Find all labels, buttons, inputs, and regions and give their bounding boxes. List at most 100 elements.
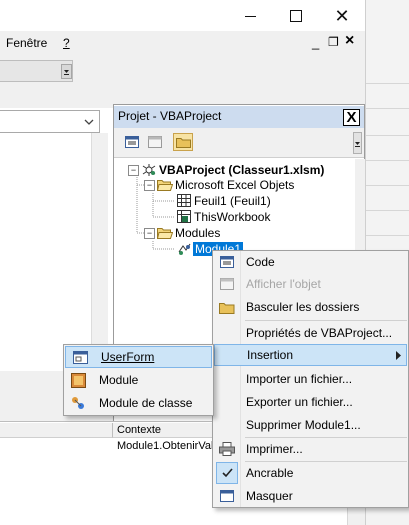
chevron-down-icon (84, 119, 94, 125)
view-object-button[interactable] (145, 133, 165, 151)
menu-item-blank-icon (216, 391, 238, 413)
submenu-item-class-module-label: Module de classe (99, 396, 193, 410)
menu-item-toggle-folders-label: Basculer les dossiers (246, 300, 360, 314)
check-icon (216, 462, 238, 484)
submenu-item-class-module[interactable]: Module de classe (64, 392, 211, 414)
view-code-icon (216, 251, 238, 273)
workbook-icon (177, 210, 191, 223)
watch-header-expression (0, 423, 113, 438)
menu-item-toggle-folders[interactable]: Basculer les dossiers (213, 296, 407, 318)
menu-item-dockable-label: Ancrable (246, 466, 294, 480)
window-icon (216, 485, 238, 507)
project-explorer-title: Projet - VBAProject (118, 109, 222, 123)
view-object-icon (216, 273, 238, 295)
tree-item-feuil1[interactable]: Feuil1 (Feuil1) (177, 193, 273, 209)
context-value: Module1.ObtenirVale (117, 440, 220, 452)
menu-item-code-label: Code (246, 255, 275, 269)
chevron-down-icon (64, 70, 69, 75)
title-bar: ✕ (0, 0, 365, 31)
submenu-item-userform-label: UserForm (101, 350, 155, 364)
module-icon (67, 369, 89, 391)
menu-window-label: Fenêtre (6, 36, 48, 50)
menu-item-hide[interactable]: Masquer (213, 485, 407, 507)
mdi-minimize-icon: _ (312, 35, 320, 50)
mdi-minimize-button[interactable]: _ (312, 35, 319, 50)
menu-item-blank-icon (216, 414, 238, 436)
menu-item-blank-icon (218, 344, 240, 366)
view-code-button[interactable] (122, 133, 142, 151)
minimize-icon (244, 16, 256, 17)
view-code-icon (125, 136, 139, 148)
menu-item-properties[interactable]: Propriétés de VBAProject... (213, 322, 407, 344)
tree-label-modules: Modules (175, 226, 221, 240)
project-explorer-toolbar (114, 128, 364, 158)
minimize-button[interactable] (227, 0, 273, 31)
tree-label-excel-objects: Microsoft Excel Objets (175, 178, 295, 192)
menu-item-insertion[interactable]: Insertion (214, 344, 407, 366)
toolbar-dropdown-button[interactable] (61, 64, 72, 79)
maximize-icon (290, 9, 302, 22)
collapse-icon: − (144, 179, 155, 191)
menu-item-properties-label: Propriétés de VBAProject... (246, 326, 393, 340)
collapse-icon: − (144, 227, 155, 239)
menu-separator (245, 320, 407, 321)
folder-open-icon (157, 228, 173, 239)
module-icon (178, 243, 191, 255)
menu-item-code[interactable]: Code (213, 251, 407, 273)
view-object-icon (148, 136, 162, 148)
tree-item-excel-objects[interactable]: − Microsoft Excel Objets (144, 177, 296, 193)
submenu-item-module[interactable]: Module (64, 369, 211, 391)
close-icon: X (346, 109, 357, 126)
folder-icon (216, 296, 238, 318)
tree-item-thisworkbook[interactable]: ThisWorkbook (177, 209, 272, 225)
object-combobox[interactable] (0, 110, 100, 133)
tree-item-modules[interactable]: − Modules (144, 225, 222, 241)
menu-item-blank-icon (216, 368, 238, 390)
chevron-right-icon (396, 351, 401, 360)
menu-help-label: ? (63, 36, 70, 50)
toolbar (0, 58, 365, 88)
worksheet-icon (177, 194, 191, 207)
mdi-restore-button[interactable]: ❐ (328, 35, 339, 49)
context-header-label: Contexte (117, 424, 162, 436)
menu-item-export[interactable]: Exporter un fichier... (213, 391, 407, 413)
menu-item-view-object[interactable]: Afficher l'objet (213, 273, 407, 295)
toolbar-overflow-button[interactable] (353, 132, 362, 154)
collapse-icon: − (128, 164, 139, 176)
menu-item-dockable[interactable]: Ancrable (213, 462, 407, 484)
project-explorer-close-button[interactable]: X (343, 109, 360, 126)
tree-label-feuil1: Feuil1 (Feuil1) (194, 194, 271, 208)
menu-item-insertion-label: Insertion (247, 348, 294, 362)
mdi-restore-icon: ❐ (328, 35, 339, 49)
maximize-button[interactable] (273, 0, 319, 31)
close-button[interactable]: ✕ (319, 0, 365, 31)
folder-open-icon (157, 180, 173, 191)
chevron-down-icon (355, 142, 360, 147)
tree-item-vbaproject[interactable]: − VBAProject (Classeur1.xlsm) (128, 162, 326, 178)
mdi-close-button[interactable]: × (345, 32, 354, 50)
code-scrollbar[interactable] (91, 133, 108, 371)
menu-item-print[interactable]: Imprimer... (213, 438, 407, 460)
tree-label-vbaproject: VBAProject (Classeur1.xlsm) (159, 163, 325, 177)
userform-icon (69, 346, 91, 368)
menu-item-remove[interactable]: Supprimer Module1... (213, 414, 407, 436)
menu-item-export-label: Exporter un fichier... (246, 395, 353, 409)
printer-icon (216, 438, 238, 460)
close-icon: ✕ (334, 5, 350, 26)
vbaproject-icon (142, 164, 156, 176)
menu-bar: Fenêtre ? _ ❐ × (0, 31, 365, 58)
menu-window[interactable]: Fenêtre (6, 36, 47, 50)
toggle-folders-button[interactable] (173, 133, 193, 151)
menu-help[interactable]: ? (63, 36, 70, 50)
submenu-item-module-label: Module (99, 373, 139, 387)
menu-item-import[interactable]: Importer un fichier... (213, 368, 407, 390)
tree-label-thisworkbook: ThisWorkbook (194, 210, 271, 224)
menu-item-view-object-label: Afficher l'objet (246, 277, 321, 291)
class-module-icon (67, 392, 89, 414)
menu-item-blank-icon (216, 322, 238, 344)
mdi-close-icon: × (345, 32, 355, 49)
menu-item-remove-label: Supprimer Module1... (246, 418, 361, 432)
submenu-item-userform[interactable]: UserForm (65, 346, 212, 368)
menu-item-print-label: Imprimer... (246, 442, 303, 456)
folder-icon (175, 138, 191, 148)
